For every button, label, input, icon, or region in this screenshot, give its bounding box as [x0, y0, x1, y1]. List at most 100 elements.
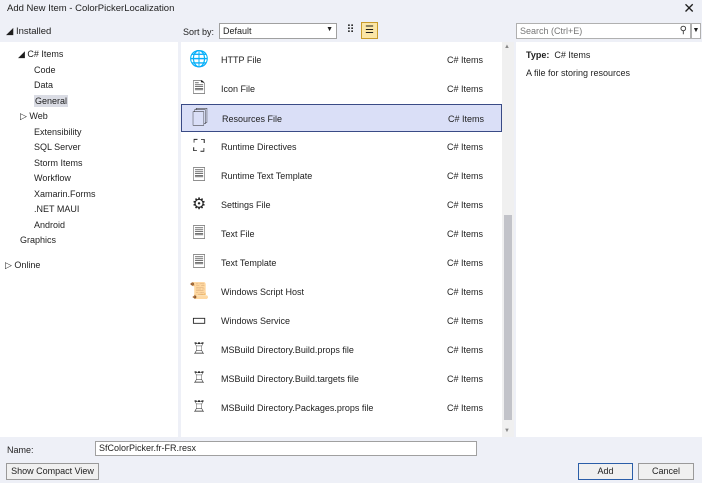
window-title: Add New Item - ColorPickerLocalization [7, 3, 175, 14]
list-item[interactable]: 🌐 HTTP File C# Items [181, 46, 502, 74]
text-template-icon: 🗏 [192, 167, 206, 184]
item-name: HTTP File [221, 55, 262, 65]
list-item[interactable]: 🗍 Resources File C# Items [181, 104, 502, 132]
tree-item-label: Android [34, 219, 66, 230]
sort-value: Default [223, 26, 252, 36]
list-item[interactable]: ♖ MSBuild Directory.Build.targets file C# … [181, 365, 502, 393]
item-name: Windows Script Host [221, 287, 305, 297]
tree-item-label: General [34, 94, 69, 107]
text-file-icon: 🗏 [192, 225, 206, 242]
list-item[interactable]: ▭ Windows Service C# Items [181, 307, 502, 335]
globe-upload-icon: 🌐 [189, 51, 209, 68]
tree-item[interactable]: Android [34, 220, 65, 230]
sort-by-select[interactable]: Default ▼ [219, 23, 337, 39]
tree-item[interactable]: ◢ C# Items [18, 49, 63, 60]
list-item[interactable]: 🗏 Text File C# Items [181, 220, 502, 248]
msbuild-icon: ♖ [191, 341, 207, 358]
tree-item[interactable]: Workflow [34, 173, 71, 183]
list-item[interactable]: 🗎 Icon File C# Items [181, 75, 502, 103]
item-category: C# Items [447, 374, 484, 384]
item-category: C# Items [447, 229, 484, 239]
name-input[interactable]: SfColorPicker.fr-FR.resx [95, 441, 477, 456]
tree-item-label: Data [34, 80, 54, 90]
tree-item[interactable]: Data [34, 80, 53, 90]
tree-item-label: Xamarin.Forms [34, 188, 96, 199]
item-name: Windows Service [221, 316, 291, 326]
search-options-dropdown[interactable]: ▼ [691, 23, 701, 39]
tree-item-online[interactable]: ▷ Online [5, 260, 40, 271]
tree-item[interactable]: General [34, 94, 69, 107]
list-item[interactable]: 📜 Windows Script Host C# Items [181, 278, 502, 306]
msbuild-icon: ♖ [191, 370, 207, 387]
runtime-directives-icon: ⛶ [193, 138, 205, 155]
script-icon: 📜 [189, 283, 209, 300]
item-name: Text File [221, 229, 255, 239]
scrollbar-thumb[interactable] [504, 215, 512, 420]
item-name: MSBuild Directory.Packages.props file [221, 403, 374, 413]
item-name: Text Template [221, 258, 277, 268]
search-input[interactable]: Search (Ctrl+E) ⚲ [516, 23, 691, 39]
item-category: C# Items [447, 403, 484, 413]
item-name: Resources File [222, 114, 283, 124]
tree-item[interactable]: Storm Items [34, 158, 83, 168]
text-template-icon: 🗏 [192, 254, 206, 271]
scroll-up-icon[interactable]: ▲ [504, 44, 510, 50]
tree-item[interactable]: SQL Server [34, 142, 81, 152]
tree-item[interactable]: Code [34, 65, 56, 75]
tree-item[interactable]: Extensibility [34, 127, 82, 137]
item-category: C# Items [447, 142, 484, 152]
item-name: Icon File [221, 84, 256, 94]
sort-by-label: Sort by: [183, 27, 215, 37]
item-category: C# Items [448, 114, 485, 124]
scroll-down-icon[interactable]: ▼ [504, 428, 510, 434]
description: A file for storing resources [526, 68, 631, 78]
cancel-button[interactable]: Cancel [638, 463, 694, 480]
item-name: MSBuild Directory.Build.props file [221, 345, 354, 355]
close-icon[interactable]: ✕ [683, 0, 695, 17]
list-item[interactable]: 🗏 Text Template C# Items [181, 249, 502, 277]
msbuild-icon: ♖ [191, 399, 207, 416]
icon-file-icon: 🗎 [192, 80, 206, 97]
list-item[interactable]: 🗏 Runtime Text Template C# Items [181, 162, 502, 190]
item-category: C# Items [447, 55, 484, 65]
search-placeholder: Search (Ctrl+E) [520, 26, 583, 36]
tree-item[interactable]: ▷ Web [20, 111, 48, 122]
installed-header[interactable]: ◢ Installed [6, 26, 51, 37]
show-compact-view-button[interactable]: Show Compact View [6, 463, 99, 480]
chevron-down-icon: ▼ [326, 26, 333, 33]
type-value: C# Items [554, 50, 591, 60]
tree-item-label: .NET MAUI [34, 204, 80, 214]
list-item[interactable]: ⚙ Settings File C# Items [181, 191, 502, 219]
grid-view-icon[interactable]: ⠿ [343, 23, 358, 39]
list-item[interactable]: ⛶ Runtime Directives C# Items [181, 133, 502, 161]
tree-item-label: Graphics [20, 235, 57, 245]
windows-service-icon: ▭ [191, 312, 207, 329]
item-category: C# Items [447, 316, 484, 326]
item-category: C# Items [447, 200, 484, 210]
details-panel [516, 42, 702, 437]
tree-item[interactable]: Xamarin.Forms [34, 189, 96, 199]
item-category: C# Items [447, 171, 484, 181]
item-name: MSBuild Directory.Build.targets file [221, 374, 359, 384]
type-info: Type: C# Items [526, 50, 590, 60]
tree-item-label: Code [34, 64, 56, 75]
list-view-icon[interactable]: ☰ [361, 22, 378, 39]
item-name: Runtime Directives [221, 142, 297, 152]
item-category: C# Items [447, 84, 484, 94]
item-category: C# Items [447, 287, 484, 297]
tree-item-label: Storm Items [34, 157, 83, 168]
name-label: Name: [7, 445, 34, 455]
tree-item-label: Workflow [34, 173, 71, 183]
resources-file-icon: 🗍 [192, 110, 208, 127]
tree-item[interactable]: .NET MAUI [34, 204, 79, 214]
type-label: Type: [526, 50, 550, 60]
tree-item-label: Extensibility [34, 126, 82, 137]
list-item[interactable]: ♖ MSBuild Directory.Build.props file C# It… [181, 336, 502, 364]
gear-icon: ⚙ [191, 196, 207, 213]
list-item[interactable]: ♖ MSBuild Directory.Packages.props file C#… [181, 394, 502, 422]
tree-item[interactable]: Graphics [20, 235, 56, 245]
add-button[interactable]: Add [578, 463, 633, 480]
item-category: C# Items [447, 258, 484, 268]
item-category: C# Items [447, 345, 484, 355]
template-tree: ◢ C# Items Code Data General ▷ Web Extensibil… [0, 42, 178, 437]
